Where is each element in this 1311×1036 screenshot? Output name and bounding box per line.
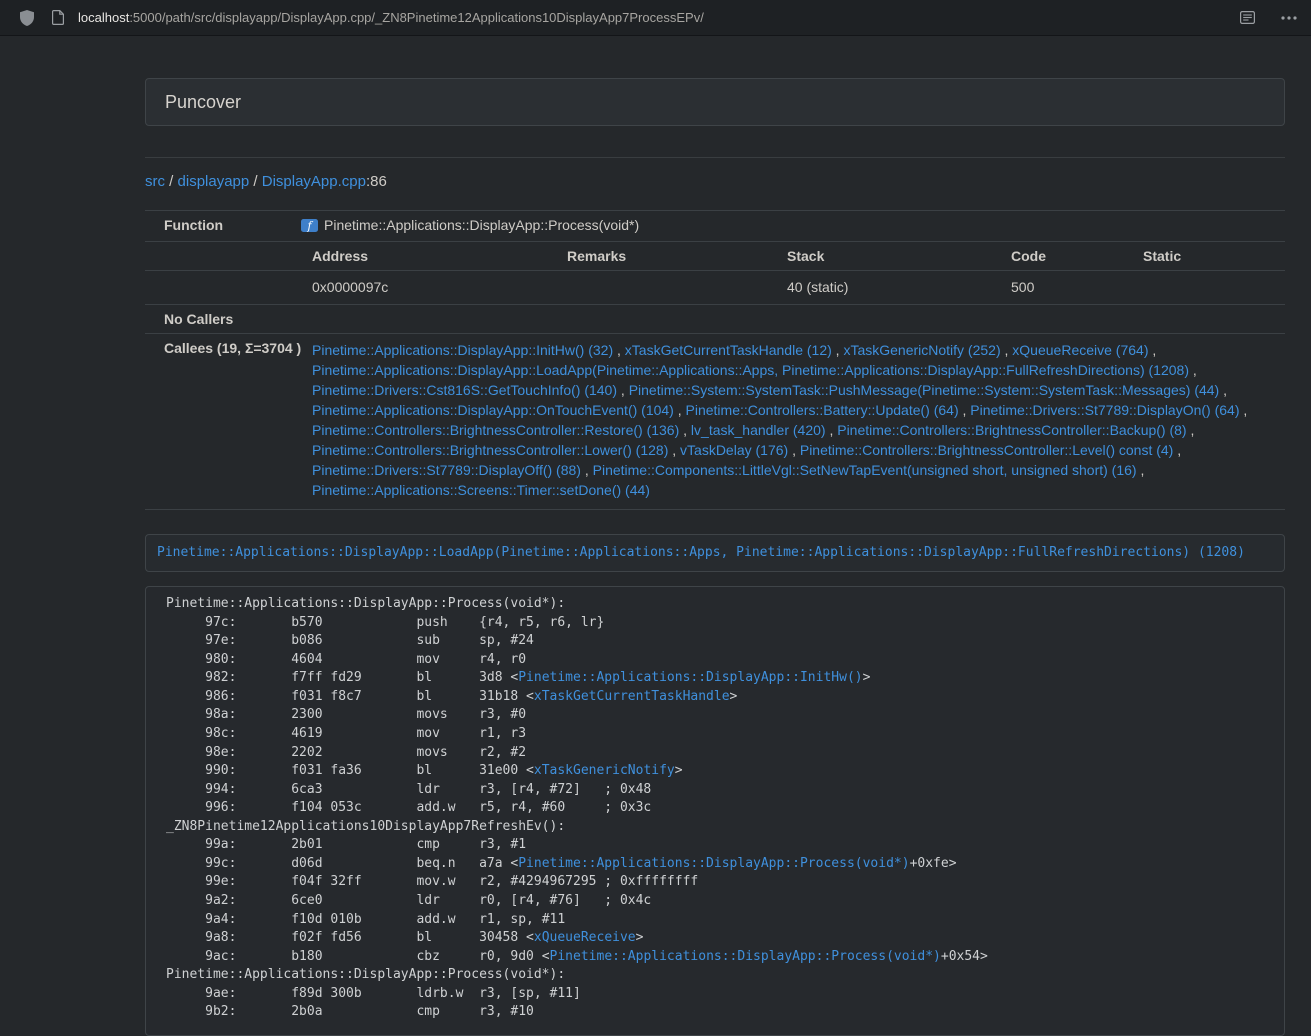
address-value: 0x0000097c bbox=[291, 271, 546, 305]
function-table: Function f Pinetime::Applications::Displ… bbox=[145, 210, 1285, 510]
page-title: Puncover bbox=[165, 92, 1265, 112]
no-callers-label: No Callers bbox=[145, 305, 291, 334]
callee-link[interactable]: Pinetime::Applications::DisplayApp::OnTo… bbox=[312, 402, 674, 418]
breadcrumb-link[interactable]: src bbox=[145, 173, 165, 190]
callee-separator: , bbox=[826, 422, 838, 438]
load-app-link[interactable]: Pinetime::Applications::DisplayApp::Load… bbox=[157, 545, 1245, 560]
url-path: :5000/path/src/displayapp/DisplayApp.cpp… bbox=[129, 10, 704, 25]
breadcrumb: src / displayapp / DisplayApp.cpp:86 bbox=[145, 172, 1285, 191]
code-symbol-link[interactable]: xQueueReceive bbox=[534, 930, 636, 945]
column-header-code: Code bbox=[990, 242, 1122, 271]
column-header-row: Address Remarks Stack Code Static bbox=[145, 242, 1285, 271]
static-value bbox=[1122, 271, 1285, 305]
callee-link[interactable]: vTaskDelay (176) bbox=[680, 442, 788, 458]
disassembly: Pinetime::Applications::DisplayApp::Proc… bbox=[145, 586, 1285, 1036]
callee-link[interactable]: xQueueReceive (764) bbox=[1012, 342, 1148, 358]
puncover-header-panel: Puncover bbox=[145, 78, 1285, 126]
stack-value: 40 (static) bbox=[766, 271, 990, 305]
callee-link[interactable]: Pinetime::Components::LittleVgl::SetNewT… bbox=[593, 462, 1137, 478]
callee-link[interactable]: Pinetime::Controllers::BrightnessControl… bbox=[800, 442, 1173, 458]
breadcrumb-line-number: :86 bbox=[366, 173, 387, 190]
column-header-address: Address bbox=[291, 242, 546, 271]
remarks-value bbox=[546, 271, 766, 305]
callee-separator: , bbox=[613, 342, 625, 358]
highlighted-callee-box: Pinetime::Applications::DisplayApp::Load… bbox=[145, 534, 1285, 572]
callee-link[interactable]: Pinetime::Controllers::BrightnessControl… bbox=[837, 422, 1186, 438]
callee-link[interactable]: Pinetime::Applications::DisplayApp::Load… bbox=[312, 362, 1189, 378]
code-symbol-link[interactable]: Pinetime::Applications::DisplayApp::Proc… bbox=[550, 949, 941, 964]
reader-mode-icon[interactable] bbox=[1240, 11, 1255, 24]
callee-link[interactable]: Pinetime::Controllers::BrightnessControl… bbox=[312, 442, 668, 458]
column-header-static: Static bbox=[1122, 242, 1285, 271]
callee-separator: , bbox=[668, 442, 680, 458]
code-symbol-link[interactable]: xTaskGetCurrentTaskHandle bbox=[534, 689, 730, 704]
callee-link[interactable]: Pinetime::Applications::Screens::Timer::… bbox=[312, 482, 650, 498]
divider bbox=[145, 157, 1285, 158]
callee-link[interactable]: Pinetime::System::SystemTask::PushMessag… bbox=[629, 382, 1220, 398]
callee-separator: , bbox=[1001, 342, 1013, 358]
callee-separator: , bbox=[1240, 402, 1248, 418]
no-callers-row: No Callers bbox=[145, 305, 1285, 334]
callees-label: Callees (19, Σ=3704 ) bbox=[145, 334, 291, 510]
url-bar[interactable]: localhost:5000/path/src/displayapp/Displ… bbox=[78, 10, 1228, 25]
function-row: Function f Pinetime::Applications::Displ… bbox=[145, 211, 1285, 242]
breadcrumb-link[interactable]: displayapp bbox=[178, 173, 250, 190]
callee-separator: , bbox=[1189, 362, 1197, 378]
column-header-stack: Stack bbox=[766, 242, 990, 271]
callee-link[interactable]: Pinetime::Drivers::Cst816S::GetTouchInfo… bbox=[312, 382, 617, 398]
callee-separator: , bbox=[1187, 422, 1195, 438]
function-icon: f bbox=[301, 217, 318, 237]
callee-separator: , bbox=[1173, 442, 1181, 458]
callee-separator: , bbox=[1219, 382, 1227, 398]
page-icon[interactable] bbox=[52, 10, 64, 25]
column-header-remarks: Remarks bbox=[546, 242, 766, 271]
breadcrumb-separator: / bbox=[249, 173, 262, 190]
callee-separator: , bbox=[679, 422, 691, 438]
callee-separator: , bbox=[1137, 462, 1145, 478]
page-content: Puncover src / displayapp / DisplayApp.c… bbox=[145, 78, 1285, 1036]
breadcrumb-separator: / bbox=[165, 173, 178, 190]
code-symbol-link[interactable]: Pinetime::Applications::DisplayApp::Proc… bbox=[518, 856, 909, 871]
metrics-row: 0x0000097c 40 (static) 500 bbox=[145, 271, 1285, 305]
function-row-label: Function bbox=[145, 211, 291, 242]
callee-separator: , bbox=[1148, 342, 1156, 358]
code-symbol-link[interactable]: Pinetime::Applications::DisplayApp::Init… bbox=[518, 670, 862, 685]
callee-separator: , bbox=[674, 402, 686, 418]
shield-icon[interactable] bbox=[20, 10, 34, 26]
callee-separator: , bbox=[832, 342, 844, 358]
url-host: localhost bbox=[78, 10, 129, 25]
code-size-value: 500 bbox=[990, 271, 1122, 305]
browser-chrome: localhost:5000/path/src/displayapp/Displ… bbox=[0, 0, 1311, 36]
callee-link[interactable]: Pinetime::Controllers::Battery::Update()… bbox=[686, 402, 959, 418]
callee-separator: , bbox=[959, 402, 971, 418]
callee-link[interactable]: xTaskGenericNotify (252) bbox=[843, 342, 1000, 358]
code-symbol-link[interactable]: xTaskGenericNotify bbox=[534, 763, 675, 778]
callee-separator: , bbox=[617, 382, 629, 398]
callee-separator: , bbox=[788, 442, 800, 458]
overflow-menu-icon[interactable] bbox=[1281, 16, 1297, 20]
callee-link[interactable]: Pinetime::Drivers::St7789::DisplayOff() … bbox=[312, 462, 581, 478]
callees-row: Callees (19, Σ=3704 ) Pinetime::Applicat… bbox=[145, 334, 1285, 510]
callee-link[interactable]: lv_task_handler (420) bbox=[691, 422, 826, 438]
callee-link[interactable]: xTaskGetCurrentTaskHandle (12) bbox=[625, 342, 832, 358]
callee-link[interactable]: Pinetime::Drivers::St7789::DisplayOn() (… bbox=[970, 402, 1239, 418]
function-name: Pinetime::Applications::DisplayApp::Proc… bbox=[324, 217, 639, 233]
callee-link[interactable]: Pinetime::Controllers::BrightnessControl… bbox=[312, 422, 679, 438]
callee-link[interactable]: Pinetime::Applications::DisplayApp::Init… bbox=[312, 342, 613, 358]
callee-separator: , bbox=[581, 462, 593, 478]
breadcrumb-link[interactable]: DisplayApp.cpp bbox=[262, 173, 366, 190]
callees-cell: Pinetime::Applications::DisplayApp::Init… bbox=[291, 334, 1285, 510]
